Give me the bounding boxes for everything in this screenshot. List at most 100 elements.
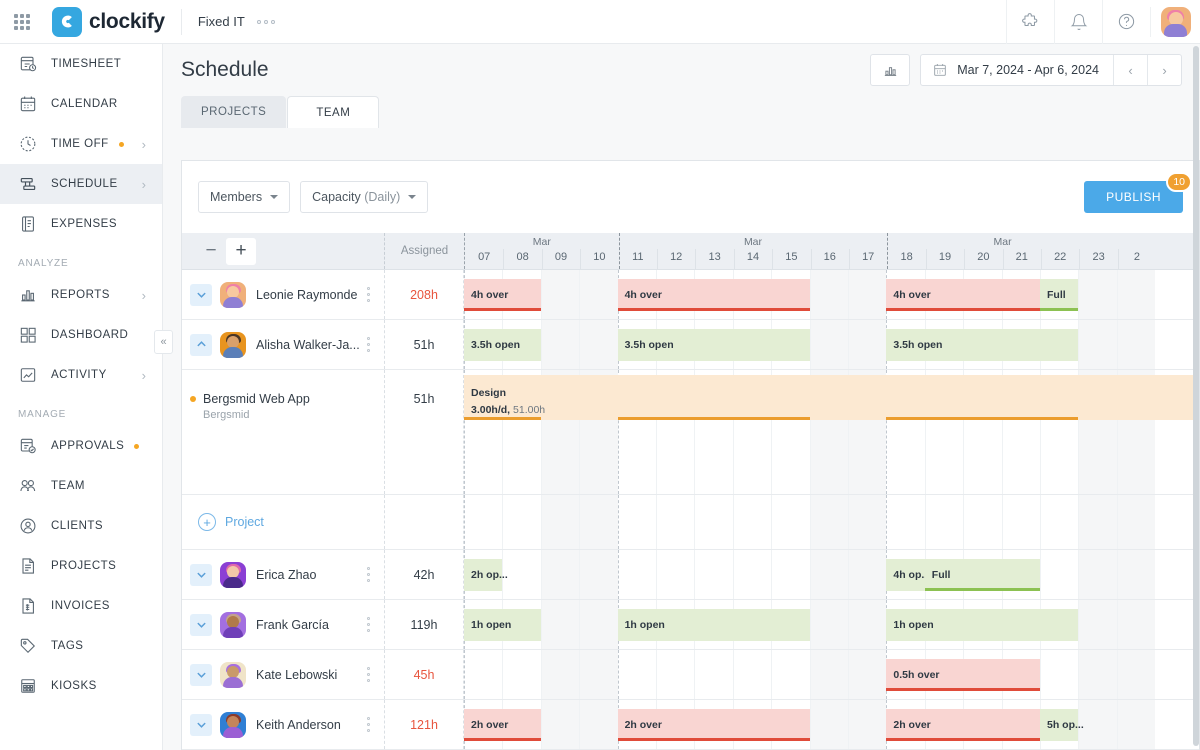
sidebar-item-reports[interactable]: REPORTS › (0, 275, 162, 315)
calendar-icon (932, 62, 948, 78)
sidebar-item-time-off[interactable]: TIME OFF › (0, 124, 162, 164)
schedule-bar[interactable]: 3.5h open (618, 329, 810, 361)
chevron-up-icon[interactable] (190, 334, 212, 356)
workspace-name[interactable]: Fixed IT (198, 14, 245, 29)
next-period-button[interactable]: › (1147, 55, 1181, 85)
sidebar-item-activity[interactable]: ACTIVITY › (0, 355, 162, 395)
schedule-bar[interactable]: 4h over (618, 279, 810, 311)
grid-line (810, 320, 811, 369)
members-filter-dropdown[interactable]: Members (198, 181, 290, 213)
sidebar-item-dashboard[interactable]: DASHBOARD (0, 315, 162, 355)
chevron-right-icon: › (142, 368, 146, 383)
page-scrollbar[interactable] (1193, 46, 1199, 746)
sidebar-item-clients[interactable]: CLIENTS (0, 506, 162, 546)
weekend-shade (810, 320, 848, 369)
chevron-down-icon[interactable] (190, 564, 212, 586)
schedule-bar[interactable]: 2h op... (464, 559, 502, 591)
avatar-erica (220, 562, 246, 588)
project-cell[interactable]: Bergsmid Web AppBergsmid (182, 370, 384, 494)
timeline-cell[interactable]: Design3.00h/d, 51.00h (464, 370, 1199, 494)
schedule-bar[interactable]: 4h over (886, 279, 1040, 311)
tab-team[interactable]: TEAM (287, 96, 379, 128)
schedule-bar[interactable]: 4h op... (886, 559, 924, 591)
schedule-bar-label: 3.5h open (618, 339, 674, 351)
prev-period-button[interactable]: ‹ (1113, 55, 1147, 85)
sidebar: TIMESHEET CALENDAR TIME OFF › (0, 44, 163, 750)
row-menu-icon[interactable] (367, 337, 370, 352)
timeline-cell[interactable]: 1h open 1h open 1h open (464, 600, 1199, 649)
schedule-bar-label: 1h open (886, 619, 933, 631)
assigned-hours: 119h (384, 600, 464, 649)
schedule-bar[interactable]: 3.5h open (464, 329, 541, 361)
sidebar-item-calendar[interactable]: CALENDAR (0, 84, 162, 124)
avatar[interactable] (1150, 7, 1200, 37)
chevron-down-icon[interactable] (190, 714, 212, 736)
member-name: Keith Anderson (256, 718, 341, 732)
schedule-bar[interactable]: Full (1040, 279, 1078, 311)
capacity-filter-dropdown[interactable]: Capacity (Daily) (300, 181, 428, 213)
timeline-cell[interactable]: 0.5h over (464, 650, 1199, 699)
schedule-bar[interactable]: 2h over (464, 709, 541, 741)
row-menu-icon[interactable] (367, 287, 370, 302)
bell-icon[interactable] (1054, 0, 1102, 44)
date-range-button[interactable]: Mar 7, 2024 - Apr 6, 2024 (921, 55, 1113, 85)
schedule-bar[interactable]: 1h open (618, 609, 810, 641)
schedule-bar[interactable]: 5h op... (1040, 709, 1078, 741)
month-label: Mar (465, 236, 619, 248)
chevron-down-icon[interactable] (190, 614, 212, 636)
clockify-logo[interactable]: clockify (52, 7, 165, 37)
grid-line (771, 495, 772, 549)
task-bar[interactable]: Design3.00h/d, 51.00h (464, 375, 1199, 420)
schedule-bar[interactable]: 0.5h over (886, 659, 1040, 691)
chevron-down-icon[interactable] (190, 664, 212, 686)
row-menu-icon[interactable] (367, 567, 370, 582)
sidebar-item-team[interactable]: TEAM (0, 466, 162, 506)
row-menu-icon[interactable] (367, 617, 370, 632)
grid-line (848, 700, 849, 749)
sidebar-item-expenses[interactable]: EXPENSES (0, 204, 162, 244)
schedule-bar[interactable]: 1h open (886, 609, 1078, 641)
weekend-shade (810, 495, 848, 549)
timeline-cell[interactable]: 2h op... 4h op...Full (464, 550, 1199, 599)
schedule-bar[interactable]: 4h over (464, 279, 541, 311)
grid-line (656, 495, 657, 549)
grid-apps-icon[interactable] (0, 14, 44, 30)
row-menu-icon[interactable] (367, 717, 370, 732)
timeline-cell[interactable] (464, 495, 1199, 549)
timeline-cell[interactable]: 2h over 2h over 2h over 5h op... (464, 700, 1199, 749)
schedule-bar-label: 2h over (886, 719, 930, 731)
schedule-bar[interactable]: 1h open (464, 609, 541, 641)
sidebar-item-tags[interactable]: TAGS (0, 626, 162, 666)
kiosks-icon (18, 676, 38, 696)
weekend-shade (541, 495, 579, 549)
schedule-bar-label: 1h open (618, 619, 665, 631)
zoom-in-button[interactable]: + (226, 238, 256, 265)
calendar-icon (18, 94, 38, 114)
timeline-cell[interactable]: 3.5h open 3.5h open 3.5h open (464, 320, 1199, 369)
chevron-down-icon[interactable] (190, 284, 212, 306)
puzzle-icon[interactable] (1006, 0, 1054, 44)
sidebar-item-invoices[interactable]: INVOICES (0, 586, 162, 626)
help-icon[interactable] (1102, 0, 1150, 44)
sidebar-item-schedule[interactable]: SCHEDULE › (0, 164, 162, 204)
sidebar-item-approvals[interactable]: APPROVALS (0, 426, 162, 466)
sidebar-item-kiosks[interactable]: KIOSKS (0, 666, 162, 706)
sidebar-item-projects[interactable]: PROJECTS (0, 546, 162, 586)
grid-line (1117, 320, 1118, 369)
tab-projects[interactable]: PROJECTS (181, 96, 286, 128)
collapse-sidebar-icon[interactable]: « (154, 330, 173, 354)
row-menu-icon[interactable] (367, 667, 370, 682)
schedule-bar[interactable]: Full (925, 559, 1040, 591)
schedule-bar[interactable]: 3.5h open (886, 329, 1078, 361)
zoom-out-button[interactable]: − (196, 238, 226, 265)
timeline-cell[interactable]: 4h over4h over4h overFull (464, 270, 1199, 319)
member-cell: Alisha Walker-Ja... (182, 320, 384, 369)
schedule-bar[interactable]: 2h over (618, 709, 810, 741)
add-project-button[interactable]: +Project (190, 513, 264, 531)
sidebar-item-timesheet[interactable]: TIMESHEET (0, 44, 162, 84)
plus-circle-icon: + (198, 513, 216, 531)
schedule-bar[interactable]: 2h over (886, 709, 1040, 741)
three-dots-icon[interactable] (257, 20, 275, 24)
schedule-bar-label: 2h op... (464, 569, 508, 581)
bar-chart-icon[interactable] (870, 54, 910, 86)
